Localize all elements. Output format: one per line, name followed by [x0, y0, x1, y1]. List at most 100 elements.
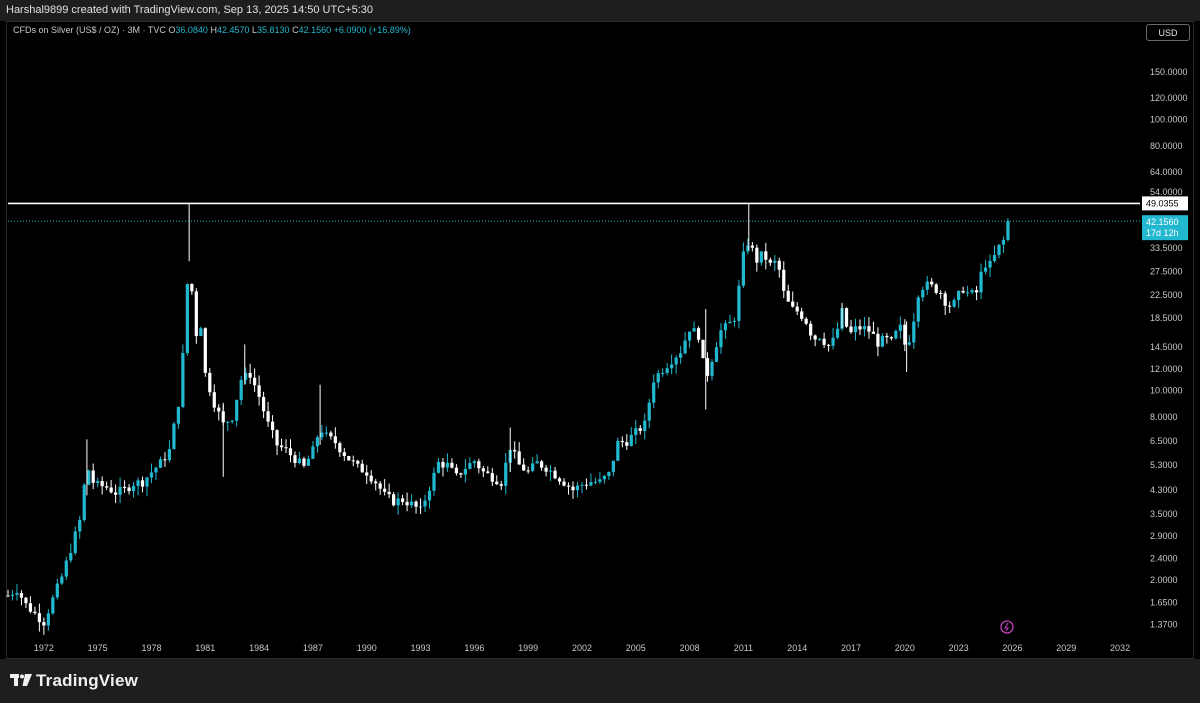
candle-body — [589, 482, 593, 486]
candle-body — [965, 292, 970, 294]
candle-body — [154, 467, 158, 473]
candle-body — [396, 498, 400, 506]
x-tick-label: 2011 — [734, 643, 753, 653]
candle-body — [365, 472, 369, 476]
candle-body — [674, 357, 678, 365]
currency-button[interactable]: USD — [1146, 24, 1190, 41]
candle-body — [149, 472, 154, 478]
candle-body — [705, 358, 710, 376]
candle-body — [921, 289, 925, 298]
candle-body — [55, 583, 59, 598]
candle-body — [822, 338, 826, 345]
candle-body — [176, 406, 181, 424]
candle-body — [1006, 221, 1010, 240]
candle-body — [566, 485, 571, 487]
candle-body — [105, 486, 109, 488]
candle-body — [804, 318, 808, 324]
candle-body — [643, 420, 647, 431]
candle-body — [943, 293, 947, 306]
candle-body — [795, 306, 799, 312]
candle-body — [957, 290, 961, 301]
x-tick-label: 2008 — [680, 643, 700, 653]
candle-body — [347, 456, 351, 461]
candle-body — [261, 396, 266, 412]
candle-body — [436, 461, 441, 473]
candle-body — [306, 458, 311, 466]
candle-body — [531, 463, 535, 471]
candle-body — [889, 337, 893, 339]
candle-body — [701, 339, 705, 359]
candle-body — [15, 593, 19, 595]
candle-body — [912, 321, 916, 343]
y-tick-label: 4.3000 — [1150, 485, 1178, 495]
candle-body — [118, 486, 122, 495]
candle-body — [190, 283, 194, 292]
candle-body — [988, 260, 992, 268]
candle-body — [867, 326, 871, 332]
candle-body — [979, 271, 983, 293]
candle-body — [10, 594, 15, 596]
candle-body — [903, 324, 907, 345]
candle-body — [647, 402, 651, 421]
candle-body — [131, 485, 136, 492]
candle-body — [109, 487, 113, 493]
flash-icon — [1000, 620, 1014, 634]
candle-body — [952, 300, 956, 307]
candle-body — [409, 501, 414, 506]
y-tick-label: 1.6500 — [1150, 598, 1178, 608]
candle-body — [472, 461, 476, 464]
candle-body — [302, 458, 306, 466]
y-tick-label: 6.5000 — [1150, 436, 1178, 446]
y-tick-label: 27.5000 — [1150, 266, 1183, 276]
candle-body — [51, 597, 55, 614]
candle-body — [46, 613, 50, 626]
candle-body — [755, 247, 759, 263]
candle-body — [136, 480, 140, 486]
tradingview-logo-icon — [10, 674, 32, 686]
high-value: 42.4570 — [216, 25, 250, 35]
x-tick-label: 1984 — [249, 643, 269, 653]
candle-body — [427, 490, 432, 501]
candle-body — [239, 379, 243, 400]
candle-body — [625, 442, 629, 446]
candle-body — [253, 377, 257, 386]
candle-body — [293, 455, 297, 464]
candle-body — [652, 382, 656, 403]
candle-body — [719, 330, 723, 348]
candle-body — [378, 483, 382, 489]
price-chart[interactable]: 1.3700 1.6500 2.0000 2.4000 2.9000 3.5000 4.30… — [0, 0, 1200, 703]
x-tick-label: 1996 — [464, 643, 484, 653]
candle-body — [656, 373, 660, 383]
candle-body — [114, 492, 118, 495]
x-tick-label: 1975 — [88, 643, 108, 653]
candle-body — [818, 338, 822, 340]
candle-body — [786, 290, 790, 302]
candle-body — [24, 597, 28, 604]
candle-body — [970, 290, 974, 293]
candle-body — [983, 267, 988, 272]
candle-body — [876, 333, 880, 347]
x-tick-label: 1999 — [518, 643, 538, 653]
candle-body — [750, 245, 754, 248]
candle-body — [737, 285, 741, 321]
candle-body — [230, 420, 234, 422]
candle-body — [934, 284, 938, 293]
candle-body — [773, 260, 777, 263]
candle-body — [96, 481, 100, 483]
y-tick-label: 2.0000 — [1150, 575, 1178, 585]
candle-body — [284, 447, 288, 449]
resistance-label: 49.0355 — [1146, 198, 1179, 208]
candle-body — [499, 484, 503, 486]
candle-body — [687, 331, 692, 341]
x-tick-label: 1990 — [357, 643, 377, 653]
candle-body — [723, 323, 728, 331]
candle-body — [826, 344, 831, 346]
candle-body — [679, 353, 683, 358]
candle-body — [939, 292, 943, 294]
candle-body — [1001, 239, 1006, 245]
candle-body — [607, 472, 611, 477]
candle-body — [696, 328, 701, 340]
candle-body — [732, 320, 737, 322]
candle-body — [91, 470, 95, 483]
candle-body — [78, 519, 82, 532]
